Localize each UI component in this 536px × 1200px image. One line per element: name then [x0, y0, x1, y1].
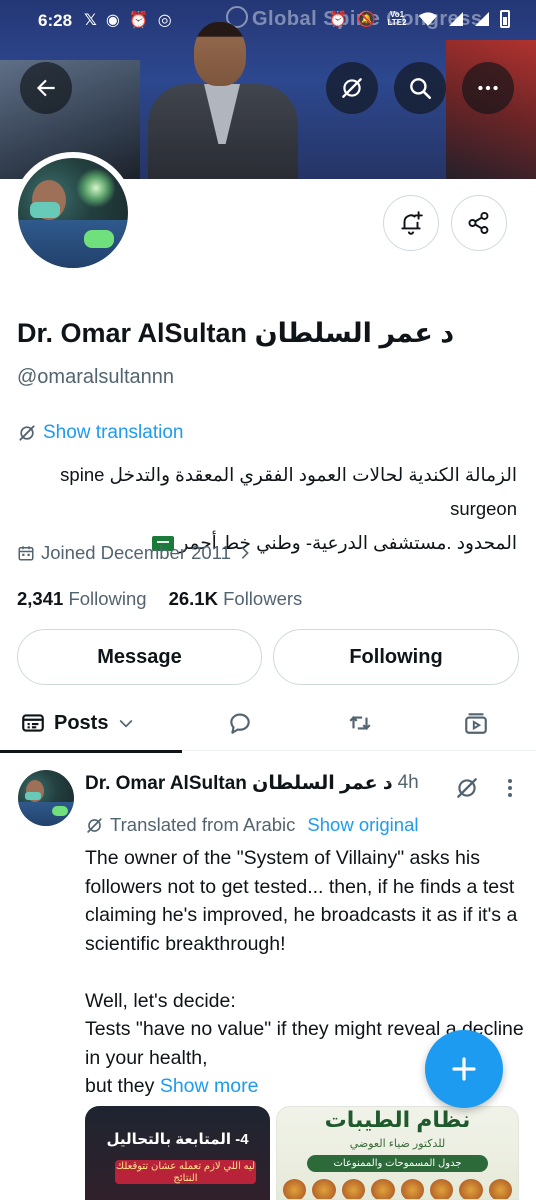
back-arrow-icon: [36, 79, 55, 97]
media2-food-row: [283, 1179, 512, 1199]
post-author-avatar[interactable]: [18, 770, 74, 826]
following-label: Following: [68, 588, 147, 609]
status-notification-icons: 𝕏 ◉ ⏰ ◎: [84, 10, 172, 30]
compose-post-button[interactable]: [425, 1030, 503, 1108]
media1-subtitle: ليه اللي لازم تعمله عشان تتوقعلك النتائج: [115, 1160, 256, 1184]
replies-icon: [230, 713, 250, 734]
calendar-icon: [18, 546, 34, 561]
avatar-image: [18, 158, 128, 268]
bell-plus-icon: [401, 211, 423, 235]
instagram-icon: ◎: [157, 12, 172, 29]
post-media-image-2[interactable]: نظام الطيبات للدكتور ضياء العوضي جدول ال…: [276, 1106, 519, 1200]
active-tab-indicator: [0, 750, 182, 753]
following-button[interactable]: Following: [273, 629, 519, 685]
tab-posts-label: Posts: [54, 711, 109, 734]
tab-replies[interactable]: [210, 695, 270, 751]
translated-label: Translated from Arabic: [110, 814, 296, 835]
grok-icon: [87, 817, 102, 833]
show-translation-link[interactable]: Show translation: [17, 422, 183, 444]
followers-label: Followers: [223, 588, 303, 609]
signal-icon: [449, 12, 463, 26]
wifi-icon: [419, 12, 437, 26]
joined-date[interactable]: Joined December 2011: [17, 542, 253, 564]
post-timestamp: · 4h: [386, 772, 419, 793]
media2-title: نظام الطيبات: [324, 1107, 471, 1132]
media1-title: 4- المتابعة بالتحاليل: [106, 1131, 249, 1148]
followers-count: 26.1K: [168, 588, 218, 609]
show-more-link[interactable]: Show more: [160, 1075, 259, 1097]
tab-reposts[interactable]: [330, 695, 390, 751]
follow-stats: 2,341 Following 26.1K Followers: [17, 588, 302, 610]
volte-icon: Vo1 LTE2: [387, 10, 407, 27]
grok-icon[interactable]: [454, 775, 480, 801]
following-stat[interactable]: 2,341 Following: [17, 588, 147, 610]
alarm-icon: ⏰: [128, 12, 149, 29]
message-button[interactable]: Message: [17, 629, 262, 685]
x-logo-icon: 𝕏: [84, 12, 97, 29]
reposts-icon: [349, 716, 371, 730]
battery-icon: [500, 10, 510, 28]
followers-stat[interactable]: 26.1K Followers: [169, 588, 303, 610]
show-translation-label: Show translation: [43, 422, 184, 443]
media2-subtitle: للدكتور ضياء العوضي: [349, 1138, 446, 1150]
chevron-right-icon: [241, 547, 249, 559]
notifications-subscribe-button[interactable]: [383, 195, 439, 251]
joined-label: Joined December 2011: [41, 542, 231, 563]
profile-display-name: Dr. Omar AlSultan د عمر السلطان: [17, 318, 455, 348]
media-icon: [465, 713, 487, 734]
profile-tabs: Posts: [0, 695, 536, 751]
tab-media[interactable]: [446, 695, 506, 751]
share-icon: [468, 211, 489, 235]
post-author-name[interactable]: Dr. Omar AlSultan د عمر السلطان: [85, 772, 393, 795]
post-more-icon[interactable]: [500, 776, 520, 800]
posts-icon: [22, 714, 44, 732]
status-bar: 6:28 𝕏 ◉ ⏰ ◎ ⏰ 🔕 Vo1 LTE2: [0, 0, 536, 44]
grok-icon: [342, 78, 362, 98]
alarm-icon: ⏰: [328, 11, 348, 28]
back-button[interactable]: [20, 62, 72, 114]
mute-icon: 🔕: [357, 11, 376, 28]
bio-text-arabic: الزمالة الكندية لحالات العمود الفقري الم…: [109, 464, 517, 485]
chevron-down-icon: [120, 719, 133, 728]
bio-line-1: الزمالة الكندية لحالات العمود الفقري الم…: [17, 458, 517, 526]
media2-banner: جدول المسموحات والممنوعات: [307, 1155, 488, 1172]
status-time: 6:28: [38, 11, 73, 30]
more-icon: [478, 85, 498, 91]
signal-icon: [475, 12, 489, 26]
plus-icon: [452, 1057, 476, 1081]
share-button[interactable]: [451, 195, 507, 251]
grok-icon: [19, 425, 35, 441]
search-button[interactable]: [394, 62, 446, 114]
post-media-image-1[interactable]: 4- المتابعة بالتحاليل ليه اللي لازم تعمل…: [85, 1106, 270, 1200]
show-original-link[interactable]: Show original: [307, 814, 418, 836]
messenger-icon: ◉: [105, 12, 120, 29]
search-icon: [410, 78, 432, 100]
more-options-button[interactable]: [462, 62, 514, 114]
grok-button[interactable]: [326, 62, 378, 114]
profile-handle: @omaralsultannn: [17, 366, 175, 388]
translation-notice: Translated from Arabic Show original: [85, 814, 419, 836]
tab-posts[interactable]: Posts: [20, 695, 180, 751]
status-system-icons: ⏰ 🔕 Vo1 LTE2: [329, 10, 510, 28]
profile-avatar[interactable]: [12, 152, 134, 274]
following-count: 2,341: [17, 588, 64, 609]
